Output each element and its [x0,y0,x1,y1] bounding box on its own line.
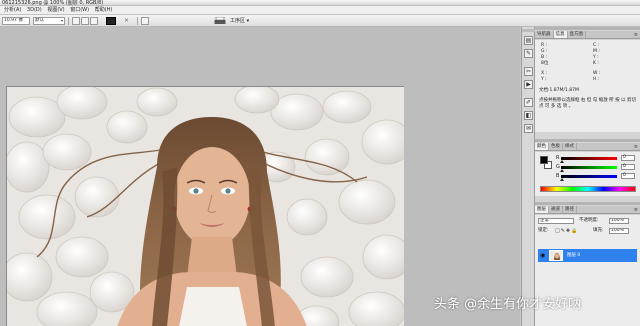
menu-bar: 分析(A) 3D(D) 视图(V) 窗口(W) 帮助(H) [0,6,640,15]
panel-header[interactable] [535,27,640,30]
histogram-icon[interactable]: ▤ [524,36,533,45]
layers-panel-tabs: 图层 通道 路径 ≡ [535,206,640,214]
style-button[interactable] [72,17,80,25]
panel-header[interactable] [535,202,640,205]
style-select[interactable]: 默认 ▾ [33,17,65,25]
info-x: X : [541,71,548,76]
info-panel: R : C : G : M : B : Y : 8位 K : X : W : Y… [535,40,640,132]
opacity-input[interactable]: 100% [609,218,629,224]
layer-thumbnail [549,250,563,261]
feather-input[interactable]: 10.97 像 [2,17,30,25]
info-bitdepth: 8位 [541,61,549,66]
portrait-photo [7,87,404,326]
info-icon[interactable]: ✎ [524,49,533,58]
info-panel-tabs: 导航器 信息 直方图 ≡ [535,31,640,39]
g-slider[interactable] [561,166,617,169]
brush-icon[interactable]: ✐ [524,98,533,107]
tools-icon[interactable]: ✂ [524,67,533,76]
menu-3d[interactable]: 3D(D) [25,6,44,15]
doc-size: 文档:1.87M/1.87M [539,88,579,93]
color-panel: R 0 G 0 B 0 [535,152,640,196]
tab-layers[interactable]: 图层 [535,206,549,213]
info-y: Y : [593,55,599,60]
history-icon[interactable]: ◧ [524,111,533,120]
b-slider-knob[interactable] [560,178,564,181]
lock-icons[interactable]: □✎✚🔒 [555,228,578,234]
info-y-coord: Y : [541,77,547,82]
mode-button[interactable] [81,17,89,25]
panel-menu-icon[interactable]: ≡ [634,207,638,213]
separator [68,17,69,25]
workspace-switcher[interactable]: 工序区 ▾ [230,17,249,25]
tab-paths[interactable]: 路径 [563,206,577,213]
layer-row[interactable]: ◉ 图层 0 [538,249,637,262]
b-value[interactable]: 0 [621,173,635,179]
info-r: R : [541,43,548,48]
tab-navigator[interactable]: 导航器 [535,31,554,38]
g-value[interactable]: 0 [621,164,635,170]
fill-label: 填充: [593,228,604,233]
r-value[interactable]: 0 [621,155,635,161]
foreground-color-swatch[interactable] [540,156,548,164]
r-slider-knob[interactable] [560,160,564,163]
dock-grip[interactable] [522,29,535,32]
r-label: R [556,155,560,161]
tab-info[interactable]: 信息 [553,31,568,38]
actions-icon[interactable]: ▶ [524,80,533,89]
menu-help[interactable]: 帮助(H) [93,6,115,15]
r-slider[interactable] [561,157,617,160]
print-icon[interactable] [214,17,226,25]
tab-swatches[interactable]: 色板 [549,143,563,150]
color-swatch[interactable] [106,17,116,25]
photoshop-window: 061215326.png @ 100% (图层 0, RGB/8) 分析(A)… [0,0,640,326]
tab-histogram[interactable]: 直方图 [568,31,586,38]
document-canvas[interactable] [6,86,404,326]
watermark: 头条 @余生有你才安好呐 [434,297,582,312]
chevron-down-icon: ▾ [60,18,63,23]
dock-icon-strip: ▤ ✎ ✂ ▶ ✐ ◧ ✉ [521,27,535,326]
refine-button[interactable] [141,17,149,25]
panel-menu-icon[interactable]: ≡ [634,32,638,38]
panel-header[interactable] [535,139,640,142]
lock-label: 锁定: [538,228,549,233]
info-b: B : [541,55,548,60]
mode-button-2[interactable] [90,17,98,25]
eye-icon[interactable]: ◉ [540,252,545,259]
panel-menu-icon[interactable]: ≡ [634,144,638,150]
fill-input[interactable]: 100% [609,228,629,234]
menu-window[interactable]: 窗口(W) [68,6,91,15]
opacity-label: 不透明度: [579,218,599,223]
layer-name[interactable]: 图层 0 [567,252,580,259]
tab-styles[interactable]: 样式 [563,143,577,150]
info-k: K : [593,61,599,66]
b-slider[interactable] [561,175,617,178]
color-panel-tabs: 颜色 色板 样式 ≡ [535,143,640,151]
notes-icon[interactable]: ✉ [524,124,533,133]
separator [137,17,138,25]
panel-dock: 导航器 信息 直方图 ≡ R : C : G : M : B : Y : 8位 K … [535,27,640,326]
info-g: G : [541,49,548,54]
color-spectrum[interactable] [540,186,636,192]
g-slider-knob[interactable] [560,169,564,172]
clear-icon[interactable]: × [124,17,132,25]
info-m: M : [593,49,600,54]
menu-view[interactable]: 视图(V) [45,6,66,15]
menu-analysis[interactable]: 分析(A) [2,6,23,15]
info-c: C : [593,43,600,48]
tab-channels[interactable]: 通道 [549,206,563,213]
options-bar: 10.97 像 默认 ▾ × 工序区 ▾ [0,15,640,27]
tab-color[interactable]: 颜色 [535,143,549,150]
info-w: W : [593,71,601,76]
tool-hint: 点按并拖移以选择框 右 但 勾 缩放 所 按 以 剪切点 可 多 选 项 。 [539,98,636,109]
info-h: H : [593,77,600,82]
b-label: B [556,173,560,179]
blend-mode-select[interactable]: 正常 [538,218,574,224]
